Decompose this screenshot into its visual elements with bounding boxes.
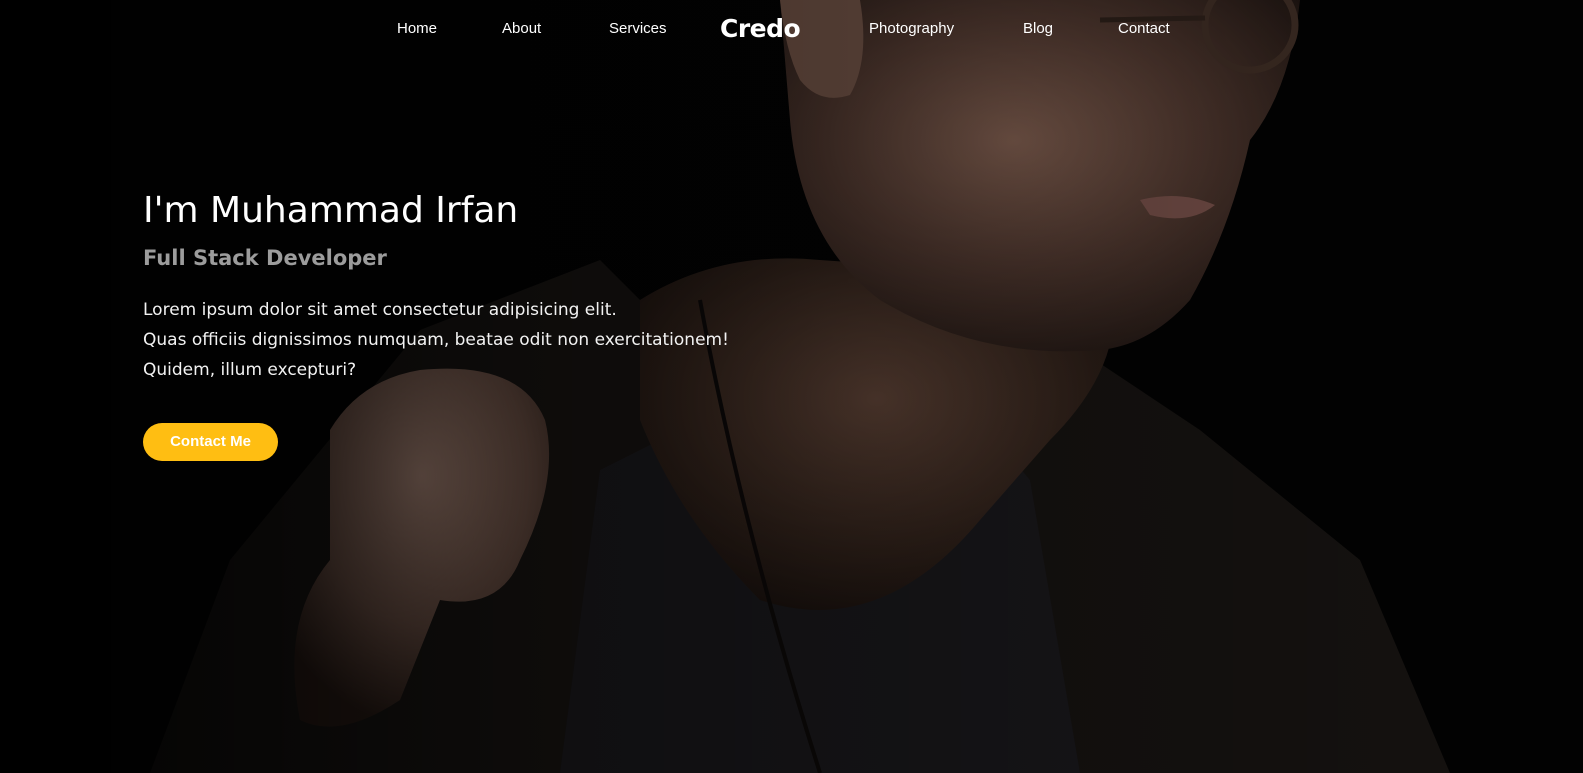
nav-item-blog[interactable]: Blog xyxy=(1023,19,1053,39)
contact-me-button[interactable]: Contact Me xyxy=(143,423,278,461)
hero-description-line: Quas officiis dignissimos numquam, beata… xyxy=(143,330,729,350)
hero-subtitle: Full Stack Developer xyxy=(143,246,387,270)
hero-description-line: Lorem ipsum dolor sit amet consectetur a… xyxy=(143,300,617,320)
brand-logo[interactable]: Credo xyxy=(720,13,801,45)
hero-description-line: Quidem, illum excepturi? xyxy=(143,360,357,380)
nav-item-home[interactable]: Home xyxy=(397,19,437,39)
nav-item-contact[interactable]: Contact xyxy=(1118,19,1170,39)
main-nav: Home About Services Credo Photography Bl… xyxy=(0,0,1583,58)
nav-item-services[interactable]: Services xyxy=(609,19,667,39)
hero-description: Lorem ipsum dolor sit amet consectetur a… xyxy=(143,295,863,385)
nav-item-photography[interactable]: Photography xyxy=(869,19,954,39)
hero-title: I'm Muhammad Irfan xyxy=(143,190,519,231)
nav-item-about[interactable]: About xyxy=(502,19,541,39)
hero-content: I'm Muhammad Irfan Full Stack Developer … xyxy=(143,188,863,461)
hero-section: Home About Services Credo Photography Bl… xyxy=(0,0,1583,773)
